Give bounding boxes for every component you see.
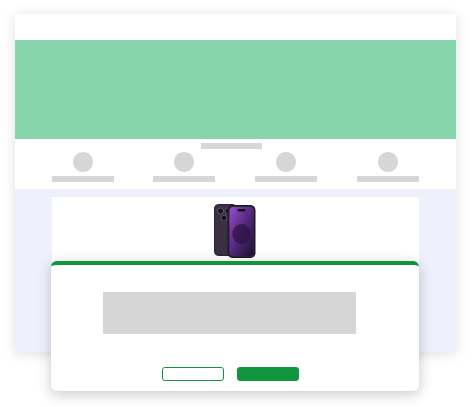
feature-item[interactable] [153, 151, 215, 191]
cancel-button[interactable] [162, 367, 224, 381]
circle-placeholder-icon [378, 152, 398, 172]
section-title-placeholder [201, 143, 262, 149]
circle-placeholder-icon [73, 152, 93, 172]
smartphone-icon [214, 204, 256, 258]
feature-item[interactable] [255, 151, 317, 191]
circle-placeholder-icon [174, 152, 194, 172]
feature-row [15, 151, 456, 191]
circle-placeholder-icon [276, 152, 296, 172]
feature-item[interactable] [52, 151, 114, 191]
dialog-message-placeholder [103, 292, 356, 334]
feature-label-placeholder [52, 176, 114, 182]
feature-item[interactable] [357, 151, 419, 191]
feature-label-placeholder [255, 176, 317, 182]
hero-banner [15, 40, 456, 139]
product-card[interactable] [52, 197, 419, 269]
confirm-button[interactable] [237, 367, 299, 381]
feature-label-placeholder [357, 176, 419, 182]
confirm-dialog [51, 261, 419, 391]
feature-label-placeholder [153, 176, 215, 182]
